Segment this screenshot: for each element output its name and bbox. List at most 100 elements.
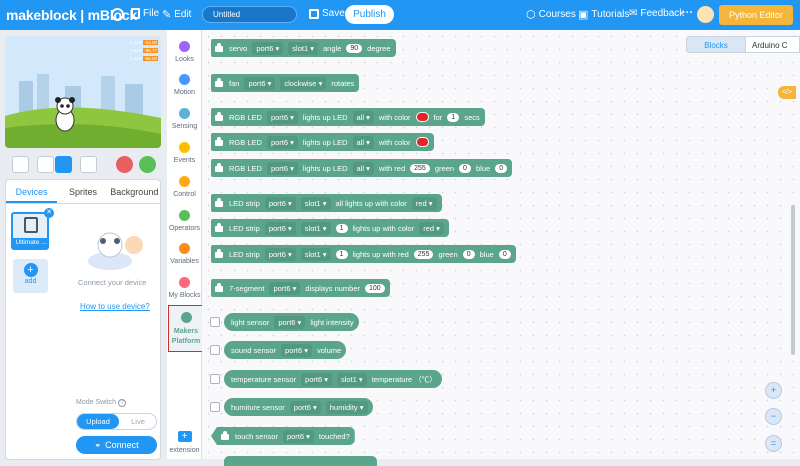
zoom-out-icon[interactable]: − [765, 408, 782, 425]
touch-sensor-block[interactable]: touch sensor port6 ▾ touched? [211, 427, 355, 445]
category-makers-platform[interactable]: Makers Platform [168, 305, 204, 352]
servo-block[interactable]: servo port6 ▾ slot1 ▾ angle 90 degree [211, 39, 396, 57]
device-card[interactable]: Ultimate ... [11, 212, 49, 250]
small-stage-button[interactable] [37, 156, 54, 173]
port-dropdown[interactable]: port6 ▾ [252, 41, 284, 55]
remove-device-icon[interactable]: ✕ [44, 208, 54, 218]
port-dropdown[interactable]: port6 ▾ [264, 247, 296, 261]
rgb-led-color-block[interactable]: RGB LED port6 ▾ lights up LED all ▾ with… [211, 133, 434, 151]
led-index-input[interactable]: 1 [335, 223, 348, 233]
tab-sprites[interactable]: Sprites [57, 180, 108, 203]
color-dropdown[interactable]: red ▾ [419, 221, 444, 235]
rgb-led-rgb-block[interactable]: RGB LED port6 ▾ lights up LED all ▾ with… [211, 159, 513, 177]
port-dropdown[interactable]: port6 ▾ [244, 76, 276, 90]
connect-button[interactable]: ⚭ Connect [76, 436, 157, 454]
sound-sensor-checkbox[interactable] [210, 345, 220, 355]
tab-arduino-c[interactable]: Arduino C [746, 36, 800, 53]
humiture-sensor-block[interactable]: humiture sensor port6 ▾ humidity ▾ [224, 398, 373, 416]
blue-input[interactable]: 0 [495, 163, 508, 173]
tab-devices[interactable]: Devices [6, 180, 58, 203]
blocks-workspace[interactable]: servo port6 ▾ slot1 ▾ angle 90 degree fa… [202, 30, 800, 466]
category-operators[interactable]: Operators [167, 210, 202, 232]
secs-input[interactable]: 1 [447, 112, 460, 122]
rgb-led-secs-block[interactable]: RGB LED port6 ▾ lights up LED all ▾ with… [211, 108, 485, 126]
light-sensor-checkbox[interactable] [210, 317, 220, 327]
courses-link[interactable]: ⬡ Courses [526, 8, 576, 21]
port-dropdown[interactable]: port6 ▾ [266, 161, 298, 175]
stage[interactable]: X-axis -54.00 Y-axis -86.77 Z-axis -56.0… [5, 36, 161, 148]
port-dropdown[interactable]: port6 ▾ [282, 429, 314, 443]
help-icon[interactable]: ? [118, 399, 127, 407]
port-dropdown[interactable]: port6 ▾ [301, 372, 332, 386]
led-strip-rgb-block[interactable]: LED strip port6 ▾ slot1 ▾ 1 lights up wi… [211, 245, 516, 263]
slot-dropdown[interactable]: slot1 ▾ [300, 196, 331, 210]
port-dropdown[interactable]: port6 ▾ [266, 135, 298, 149]
blue-input[interactable]: 0 [498, 249, 511, 259]
port-dropdown[interactable]: port6 ▾ [266, 110, 298, 124]
category-motion[interactable]: Motion [167, 74, 202, 96]
avatar[interactable] [697, 6, 714, 23]
port-dropdown[interactable]: port6 ▾ [264, 196, 296, 210]
python-editor-button[interactable]: Python Editor [719, 5, 793, 25]
red-input[interactable]: 255 [413, 249, 434, 259]
stop-button[interactable] [116, 156, 133, 173]
slot-dropdown[interactable]: slot1 ▾ [300, 221, 331, 235]
led-dropdown[interactable]: all ▾ [352, 161, 374, 175]
extension-button[interactable]: + extension [167, 431, 202, 454]
temperature-sensor-block[interactable]: temperature sensor port6 ▾ slot1 ▾ tempe… [224, 370, 442, 388]
led-dropdown[interactable]: all ▾ [352, 110, 374, 124]
green-input[interactable]: 0 [459, 163, 471, 173]
project-name-input[interactable] [202, 6, 297, 23]
humidity-dropdown[interactable]: humidity ▾ [325, 400, 368, 414]
code-toggle-icon[interactable]: </> [778, 86, 796, 99]
led-index-input[interactable]: 1 [335, 249, 348, 259]
grid-button[interactable] [80, 156, 97, 173]
more-menu[interactable]: ··· [682, 7, 693, 19]
large-stage-button[interactable] [55, 156, 72, 173]
workspace-scrollbar[interactable] [791, 205, 795, 355]
humiture-sensor-checkbox[interactable] [210, 402, 220, 412]
port-dropdown[interactable]: port6 ▾ [289, 400, 321, 414]
tutorials-link[interactable]: ▣ Tutorials [578, 8, 629, 21]
live-mode-button[interactable]: Live [121, 414, 155, 429]
add-device-button[interactable]: + add [13, 259, 48, 293]
green-flag-button[interactable] [139, 156, 156, 173]
light-sensor-block[interactable]: light sensor port6 ▾ light intensity [224, 313, 359, 331]
port-dropdown[interactable]: port6 ▾ [269, 281, 301, 295]
partial-block[interactable] [224, 456, 377, 466]
category-sensing[interactable]: Sensing [167, 108, 202, 130]
temperature-sensor-checkbox[interactable] [210, 374, 220, 384]
category-my-blocks[interactable]: My Blocks [167, 277, 202, 299]
zoom-in-icon[interactable]: + [765, 382, 782, 399]
slot-dropdown[interactable]: slot1 ▾ [288, 41, 318, 55]
led-strip-one-block[interactable]: LED strip port6 ▾ slot1 ▾ 1 lights up wi… [211, 219, 449, 237]
seven-segment-block[interactable]: 7-segment port6 ▾ displays number 100 [211, 279, 390, 297]
angle-input[interactable]: 90 [346, 43, 363, 53]
category-looks[interactable]: Looks [167, 41, 202, 63]
category-control[interactable]: Control [167, 176, 202, 198]
led-dropdown[interactable]: all ▾ [352, 135, 374, 149]
port-dropdown[interactable]: port6 ▾ [274, 315, 306, 329]
direction-dropdown[interactable]: clockwise ▾ [280, 76, 327, 90]
tab-background[interactable]: Background [109, 180, 160, 203]
led-strip-all-block[interactable]: LED strip port6 ▾ slot1 ▾ all lights up … [211, 194, 442, 212]
fullscreen-button[interactable] [12, 156, 29, 173]
category-variables[interactable]: Variables [167, 243, 202, 265]
tab-blocks[interactable]: Blocks [686, 36, 746, 53]
mode-switch[interactable]: Upload Live [76, 413, 157, 430]
slot-dropdown[interactable]: slot1 ▾ [300, 247, 331, 261]
zoom-reset-icon[interactable]: = [765, 435, 782, 452]
file-menu[interactable]: File [131, 8, 159, 19]
feedback-link[interactable]: ✉ Feedback [629, 8, 684, 19]
number-input[interactable]: 100 [365, 283, 385, 293]
edit-menu[interactable]: ✎ Edit [162, 8, 191, 21]
upload-mode-button[interactable]: Upload [77, 414, 119, 429]
green-input[interactable]: 0 [462, 249, 475, 259]
color-swatch[interactable] [415, 137, 429, 147]
port-dropdown[interactable]: port6 ▾ [264, 221, 296, 235]
red-input[interactable]: 255 [410, 163, 430, 173]
save-button[interactable]: Save [309, 8, 345, 19]
port-dropdown[interactable]: port6 ▾ [281, 343, 312, 357]
globe-icon[interactable] [111, 8, 124, 21]
publish-button[interactable]: Publish [345, 5, 394, 24]
